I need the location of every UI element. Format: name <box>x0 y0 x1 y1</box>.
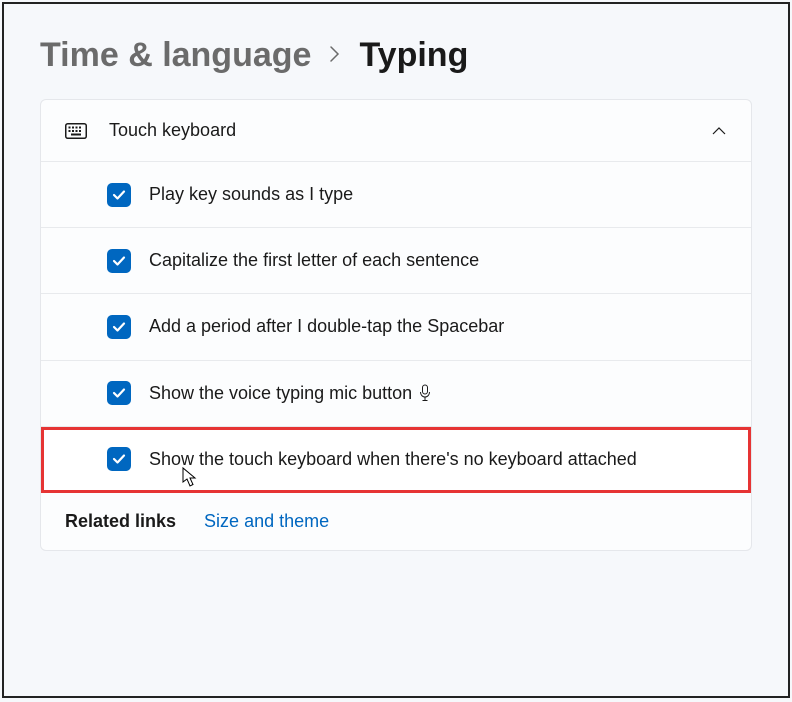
option-show-touch-keyboard-no-keyboard[interactable]: Show the touch keyboard when there's no … <box>41 427 751 493</box>
checkbox-play-key-sounds[interactable] <box>107 183 131 207</box>
chevron-up-icon <box>711 123 727 139</box>
option-label: Show the voice typing mic button <box>149 381 432 406</box>
size-and-theme-link[interactable]: Size and theme <box>204 511 329 532</box>
checkbox-show-touch-keyboard-no-keyboard[interactable] <box>107 447 131 471</box>
breadcrumb-parent[interactable]: Time & language <box>40 36 311 75</box>
microphone-icon <box>418 384 432 402</box>
option-play-key-sounds[interactable]: Play key sounds as I type <box>41 162 751 228</box>
option-label: Add a period after I double-tap the Spac… <box>149 314 504 339</box>
touch-keyboard-section-header[interactable]: Touch keyboard <box>41 100 751 162</box>
checkbox-add-period-double-tap[interactable] <box>107 315 131 339</box>
related-links-label: Related links <box>65 511 176 532</box>
settings-panel: Touch keyboard Play key sounds as I type… <box>40 99 752 551</box>
option-label: Capitalize the first letter of each sent… <box>149 248 479 273</box>
keyboard-icon <box>65 123 87 139</box>
option-label: Play key sounds as I type <box>149 182 353 207</box>
breadcrumb-current: Typing <box>359 36 468 75</box>
related-links-row: Related links Size and theme <box>41 493 751 550</box>
checkbox-capitalize-first-letter[interactable] <box>107 249 131 273</box>
option-capitalize-first-letter[interactable]: Capitalize the first letter of each sent… <box>41 228 751 294</box>
option-add-period-double-tap[interactable]: Add a period after I double-tap the Spac… <box>41 294 751 360</box>
option-show-voice-typing-mic[interactable]: Show the voice typing mic button <box>41 361 751 427</box>
section-title: Touch keyboard <box>109 120 711 141</box>
breadcrumb: Time & language Typing <box>40 36 752 75</box>
chevron-right-icon <box>329 42 341 70</box>
checkbox-show-voice-typing-mic[interactable] <box>107 381 131 405</box>
option-label: Show the touch keyboard when there's no … <box>149 447 637 472</box>
